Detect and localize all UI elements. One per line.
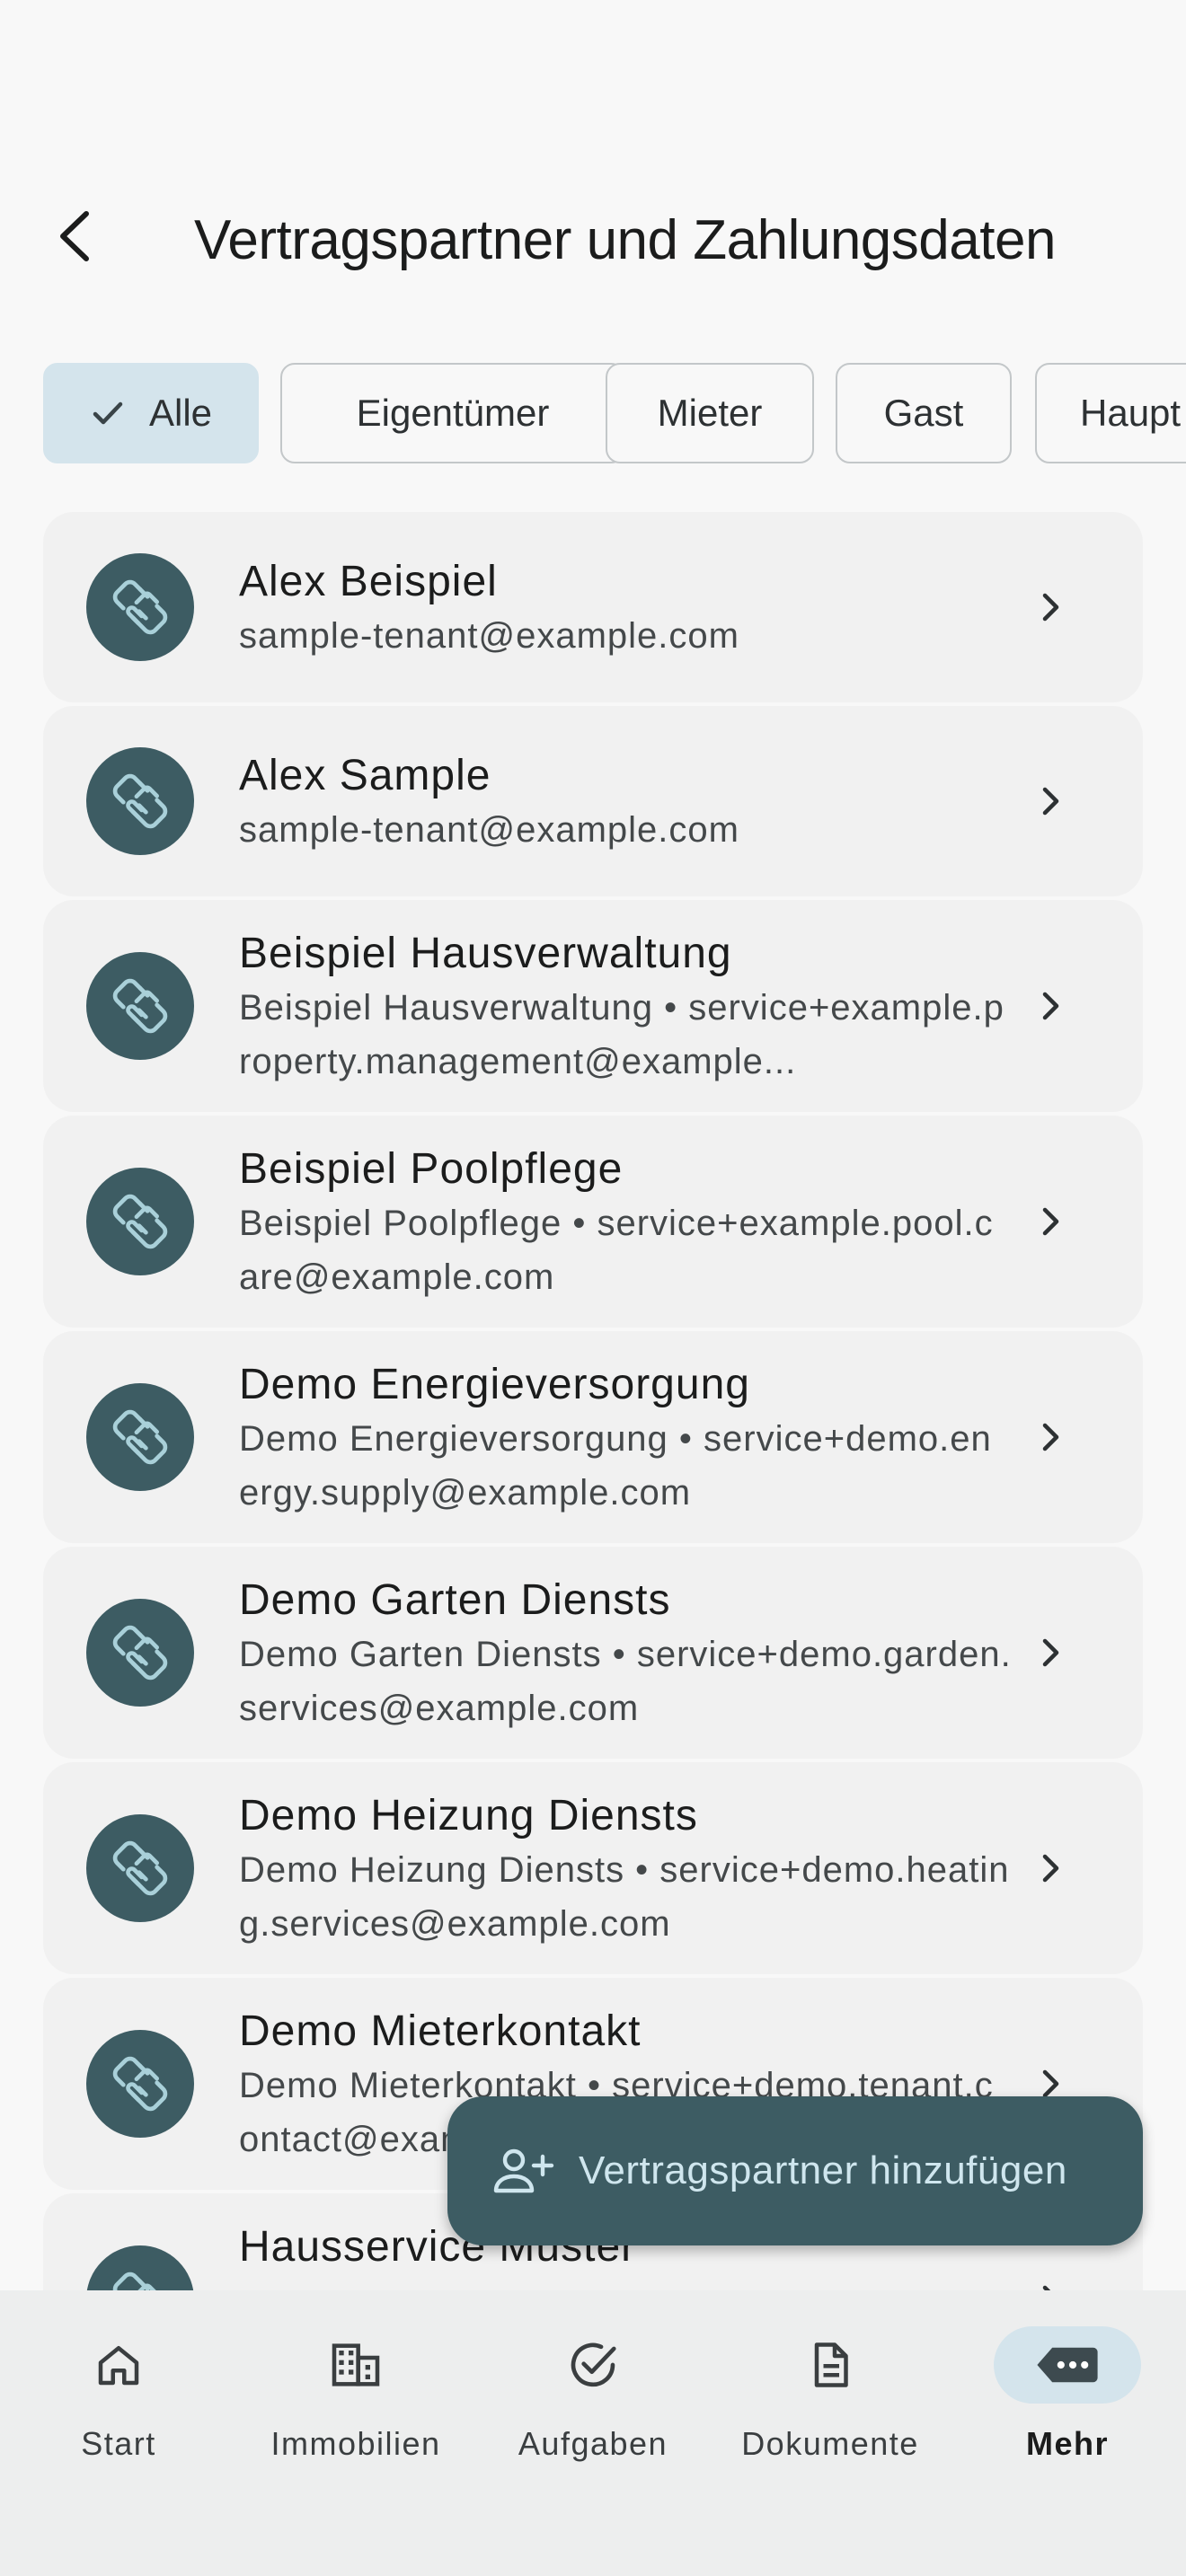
partner-card[interactable]: Beispiel Poolpflege Beispiel Poolpflege … (43, 1116, 1143, 1328)
nav-label: Start (81, 2425, 156, 2462)
building-icon (332, 2343, 380, 2386)
partner-card[interactable]: Demo Garten Diensts Demo Garten Diensts … (43, 1547, 1143, 1759)
handshake-icon (112, 1625, 168, 1681)
handshake-icon (112, 2272, 156, 2290)
nav-icon-container (45, 2326, 192, 2404)
back-button[interactable] (36, 198, 113, 275)
avatar (86, 1814, 194, 1922)
chevron-right-icon (1028, 1415, 1073, 1460)
check-icon (90, 395, 126, 431)
partner-detail: Beispiel Hausverwaltung • service+exampl… (239, 988, 1005, 1081)
filter-chips: Alle Eigentümer Mieter Gast Haupt (43, 363, 1186, 467)
nav-icon-container (994, 2326, 1141, 2404)
handshake-icon (112, 579, 168, 635)
partner-name: Demo Energieversorgung (239, 1361, 750, 1408)
filter-chip-label: Eigentümer (356, 392, 550, 434)
chevron-right-icon (1028, 2277, 1073, 2290)
partner-name: Beispiel Hausverwaltung (239, 930, 732, 977)
handshake-icon (112, 1194, 168, 1249)
nav-label: Immobilien (270, 2425, 441, 2462)
partner-name: Alex Sample (239, 752, 491, 799)
app-bar: Vertragspartner und Zahlungsdaten (0, 0, 1186, 341)
bottom-navigation: Start Immobilien Aufgaben Dokumente Mehr (0, 2290, 1186, 2576)
person-add-icon (491, 2146, 555, 2196)
chevron-right-icon (1028, 779, 1073, 824)
check-circle-icon (571, 2342, 616, 2387)
partner-name: Alex Beispiel (239, 558, 498, 605)
partner-name: Demo Garten Diensts (239, 1576, 671, 1624)
more-icon (1037, 2347, 1098, 2383)
handshake-icon (112, 1840, 168, 1896)
chevron-right-icon (1028, 1846, 1073, 1891)
chevron-right-icon (1028, 1199, 1073, 1244)
filter-chip-label: Mieter (657, 392, 763, 434)
nav-label: Aufgaben (518, 2425, 668, 2462)
avatar (86, 2030, 194, 2138)
partner-name: Demo Heizung Diensts (239, 1792, 698, 1839)
partner-detail: sample-tenant@example.com (239, 810, 739, 850)
nav-icon-container (519, 2326, 667, 2404)
add-partner-button[interactable]: Vertragspartner hinzufügen (447, 2096, 1143, 2245)
partner-card[interactable]: Demo Heizung Diensts Demo Heizung Dienst… (43, 1762, 1143, 1974)
partner-detail: Demo Energieversorgung • service+demo.en… (239, 1419, 992, 1513)
partner-detail: Demo Garten Diensts • service+demo.garde… (239, 1635, 1012, 1728)
handshake-icon (112, 773, 168, 829)
handshake-icon (112, 978, 168, 1034)
nav-start[interactable]: Start (0, 2326, 237, 2470)
document-icon (814, 2342, 848, 2387)
filter-chip-label: Alle (148, 392, 213, 434)
avatar (86, 1383, 194, 1491)
filter-chip-mieter[interactable]: Mieter (606, 363, 814, 463)
filter-chip-eigentuemer[interactable]: Eigentümer (280, 363, 625, 463)
handshake-icon (112, 2056, 168, 2112)
chevron-right-icon (1028, 984, 1073, 1028)
partner-detail: sample-tenant@example.com (239, 616, 739, 656)
filter-chip-label: Haupt (1080, 392, 1182, 434)
partner-detail: Beispiel Poolpflege • service+example.po… (239, 1204, 994, 1297)
avatar (86, 553, 194, 661)
avatar (86, 1599, 194, 1707)
avatar (86, 747, 194, 855)
avatar (86, 952, 194, 1060)
page-title: Vertragspartner und Zahlungsdaten (194, 209, 1056, 271)
partner-name: Demo Mieterkontakt (239, 2007, 642, 2055)
nav-aufgaben[interactable]: Aufgaben (474, 2326, 712, 2470)
partner-card[interactable]: Beispiel Hausverwaltung Beispiel Hausver… (43, 900, 1143, 1112)
partner-card[interactable]: Alex Sample sample-tenant@example.com (43, 706, 1143, 896)
partner-list: Alex Beispiel sample-tenant@example.com … (43, 512, 1143, 2290)
home-icon (98, 2346, 139, 2386)
filter-chip-alle[interactable]: Alle (43, 363, 259, 463)
handshake-icon (112, 1409, 168, 1465)
filter-chip-haupt[interactable]: Haupt (1035, 363, 1186, 463)
nav-immobilien[interactable]: Immobilien (237, 2326, 474, 2470)
filter-chip-gast[interactable]: Gast (836, 363, 1012, 463)
avatar (86, 2245, 194, 2290)
partner-card[interactable]: Demo Energieversorgung Demo Energieverso… (43, 1331, 1143, 1543)
chevron-right-icon (1028, 585, 1073, 630)
avatar (86, 1168, 194, 1275)
partner-card[interactable]: Alex Beispiel sample-tenant@example.com (43, 512, 1143, 702)
chevron-right-icon (1028, 1630, 1073, 1675)
nav-mehr[interactable]: Mehr (949, 2326, 1186, 2470)
filter-chip-label: Gast (883, 392, 964, 434)
nav-label: Mehr (1025, 2425, 1109, 2462)
partner-name: Beispiel Poolpflege (239, 1145, 624, 1193)
nav-icon-container (757, 2326, 904, 2404)
nav-dokumente[interactable]: Dokumente (712, 2326, 949, 2470)
add-partner-label: Vertragspartner hinzufügen (579, 2148, 1067, 2192)
nav-icon-container (282, 2326, 429, 2404)
nav-label: Dokumente (741, 2425, 919, 2462)
partner-detail: Demo Heizung Diensts • service+demo.heat… (239, 1850, 1010, 1944)
back-arrow-icon (60, 211, 89, 261)
